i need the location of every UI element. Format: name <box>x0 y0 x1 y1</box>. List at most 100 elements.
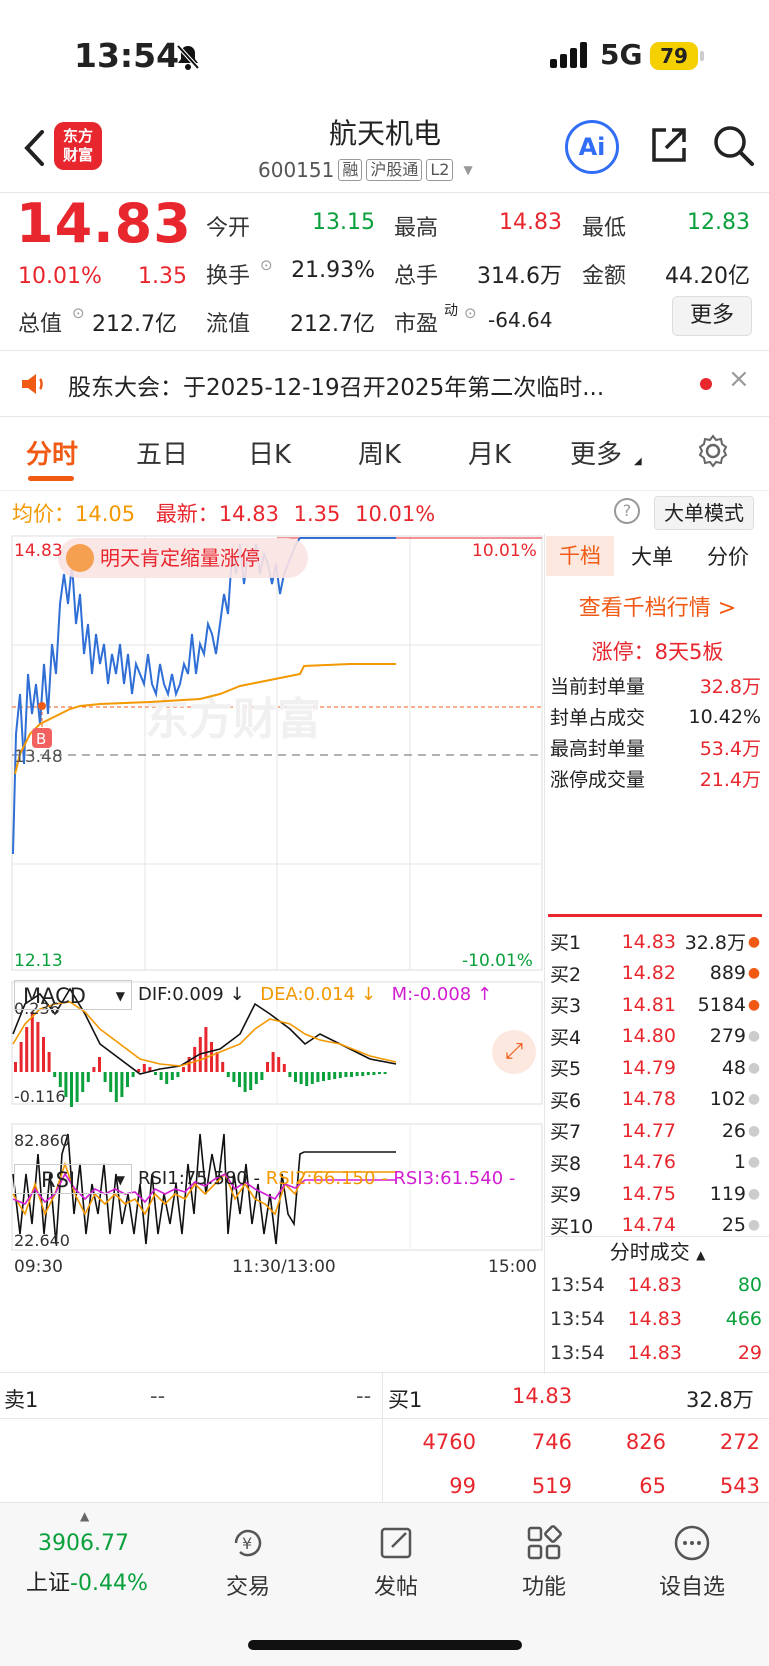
macd-bar <box>243 1072 247 1092</box>
grid-icon <box>527 1525 562 1560</box>
change-percent: 10.01% <box>18 264 102 289</box>
amount-label: 金额 <box>582 264 627 289</box>
tab-five-day[interactable]: 五日 <box>136 434 188 471</box>
rsi-bottom-label: 22.640 <box>14 1231 70 1250</box>
pct-bottom-label: -10.01% <box>462 951 533 971</box>
tab-thousand-level[interactable]: 千档 <box>546 536 614 576</box>
nav-trade[interactable]: ¥ 交易 <box>198 1523 298 1601</box>
open-value: 13.15 <box>312 210 375 235</box>
info-dots-icon[interactable]: ⊙ <box>72 304 85 322</box>
help-icon[interactable]: ? <box>614 498 640 524</box>
macd-bar <box>193 1047 197 1072</box>
edit-icon <box>380 1527 412 1559</box>
orderbook-row[interactable]: 买5 14.79 48 ● <box>546 1052 769 1084</box>
close-icon[interactable]: × <box>728 364 750 394</box>
latest-value: 14.83 <box>218 502 279 526</box>
ob-price: 14.76 <box>621 1151 676 1174</box>
macd-bar <box>305 1072 309 1086</box>
tab-more[interactable]: 更多 <box>570 434 622 471</box>
y-min-label: 12.13 <box>14 951 63 971</box>
macd-dif: DIF:0.009 ↓ <box>138 984 245 1005</box>
nav-post[interactable]: 发帖 <box>346 1523 446 1601</box>
rsi-values: RSI1:75.580 - RSI2:66.150 - RSI3:61.540 … <box>138 1168 542 1189</box>
x-label-midday: 11:30/13:00 <box>232 1257 336 1277</box>
bq-sell-vol: -- <box>356 1384 372 1408</box>
bq-queue-value: 4760 <box>422 1430 476 1454</box>
back-arrow-icon[interactable] <box>22 128 46 168</box>
info-dots-icon[interactable]: ⊙ <box>464 304 477 322</box>
orderbook-row[interactable]: 买1 14.83 32.8万 ● <box>546 926 769 958</box>
bottom-quote: 卖1 -- -- 买1 14.83 32.8万 4760 746 826 272… <box>0 1372 769 1502</box>
ob-label: 买3 <box>550 995 582 1018</box>
ob-price: 14.83 <box>621 930 676 953</box>
intraday-chart[interactable]: 东方财富 B 明天肯定缩量涨停 14.83 13.48 12.13 10.01%… <box>0 534 546 1374</box>
trades-header[interactable]: 分时成交 ▲ <box>546 1236 769 1267</box>
turnover-label: 换手 <box>206 264 251 289</box>
volume-label: 总手 <box>394 264 439 289</box>
macd-name: MACD <box>23 984 86 1008</box>
macd-bar <box>70 1072 73 1107</box>
dropdown-triangle-icon[interactable]: ▼ <box>463 163 472 177</box>
nav-functions-label: 功能 <box>521 1575 566 1600</box>
tag-level2: L2 <box>426 159 454 181</box>
bq-queue-value: 519 <box>531 1474 572 1498</box>
rsi-selector[interactable]: RSI ▼ <box>14 1164 132 1194</box>
ob-dot: ● <box>747 965 761 982</box>
expand-icon[interactable]: ⤢ <box>492 1030 536 1074</box>
ob-price: 14.75 <box>621 1182 676 1205</box>
info-dots-icon[interactable]: ⊙ <box>260 256 273 274</box>
orderbook-row[interactable]: 买3 14.81 5184 ● <box>546 989 769 1021</box>
nav-watchlist-settings[interactable]: 设自选 <box>642 1523 742 1601</box>
orderbook-row[interactable]: 买8 14.76 1 ● <box>546 1147 769 1179</box>
volume-value: 314.6万 <box>477 264 562 289</box>
rsi3-value: RSI3:61.540 - <box>393 1168 516 1189</box>
share-icon[interactable] <box>648 124 690 166</box>
index-value[interactable]: 3906.77 <box>38 1531 129 1556</box>
tab-intraday[interactable]: 分时 <box>26 434 78 471</box>
orderbook-row[interactable]: 买6 14.78 102 ● <box>546 1084 769 1116</box>
mcap-value: 212.7亿 <box>92 312 177 337</box>
bq-sell-price: -- <box>150 1384 166 1408</box>
ai-button[interactable]: Ai <box>565 120 619 174</box>
macd-bar <box>53 1072 57 1077</box>
bq-row-divider <box>0 1418 769 1419</box>
nav-functions[interactable]: 功能 <box>494 1523 594 1601</box>
tab-daily-k[interactable]: 日K <box>248 434 291 471</box>
macd-m: M:-0.008 ↑ <box>391 984 493 1005</box>
ob-vol: 5184 <box>697 993 746 1016</box>
macd-bar <box>266 1062 269 1072</box>
macd-bar <box>338 1072 342 1078</box>
more-quote-button[interactable]: 更多 <box>672 296 752 336</box>
big-order-mode-button[interactable]: 大单模式 <box>654 496 754 530</box>
nav-trade-label: 交易 <box>225 1575 270 1600</box>
macd-bar <box>361 1072 365 1076</box>
tab-price-dist[interactable]: 分价 <box>690 541 766 571</box>
y-max-label: 14.83 <box>14 541 63 561</box>
ob-dot: ● <box>747 933 761 950</box>
rsi-name: RSI <box>41 1168 76 1192</box>
macd-bar <box>86 1072 90 1082</box>
home-indicator[interactable] <box>248 1640 522 1650</box>
settings-gear-icon[interactable] <box>696 434 730 468</box>
tab-weekly-k[interactable]: 周K <box>358 434 401 471</box>
orderbook-row[interactable]: 买7 14.77 26 ● <box>546 1115 769 1147</box>
macd-bar <box>238 1072 241 1087</box>
x-label-open: 09:30 <box>14 1257 63 1277</box>
search-icon[interactable] <box>712 124 756 168</box>
orderbook-row[interactable]: 买9 14.75 119 ● <box>546 1178 769 1210</box>
view-levels-link[interactable]: 查看千档行情 > <box>546 590 769 622</box>
ob-label: 买6 <box>550 1089 582 1112</box>
orderbook-divider <box>548 914 762 917</box>
ob-vol: 102 <box>709 1088 746 1111</box>
macd-selector[interactable]: MACD ▼ <box>14 980 132 1010</box>
bq-col-divider <box>382 1372 383 1502</box>
index-ticker[interactable]: 上证-0.44% <box>26 1565 148 1597</box>
tab-monthly-k[interactable]: 月K <box>468 434 511 471</box>
orderbook-row[interactable]: 买2 14.82 889 ● <box>546 958 769 990</box>
macd-bar <box>176 1072 180 1077</box>
tab-big-order[interactable]: 大单 <box>614 541 690 571</box>
notice-bar[interactable]: 股东大会：于2025-12-19召开2025年第二次临时... × <box>0 350 769 416</box>
orderbook-row[interactable]: 买4 14.80 279 ● <box>546 1021 769 1053</box>
app-logo[interactable]: 东方 财富 <box>54 122 102 170</box>
notice-text: 股东大会：于2025-12-19召开2025年第二次临时... <box>68 375 605 401</box>
